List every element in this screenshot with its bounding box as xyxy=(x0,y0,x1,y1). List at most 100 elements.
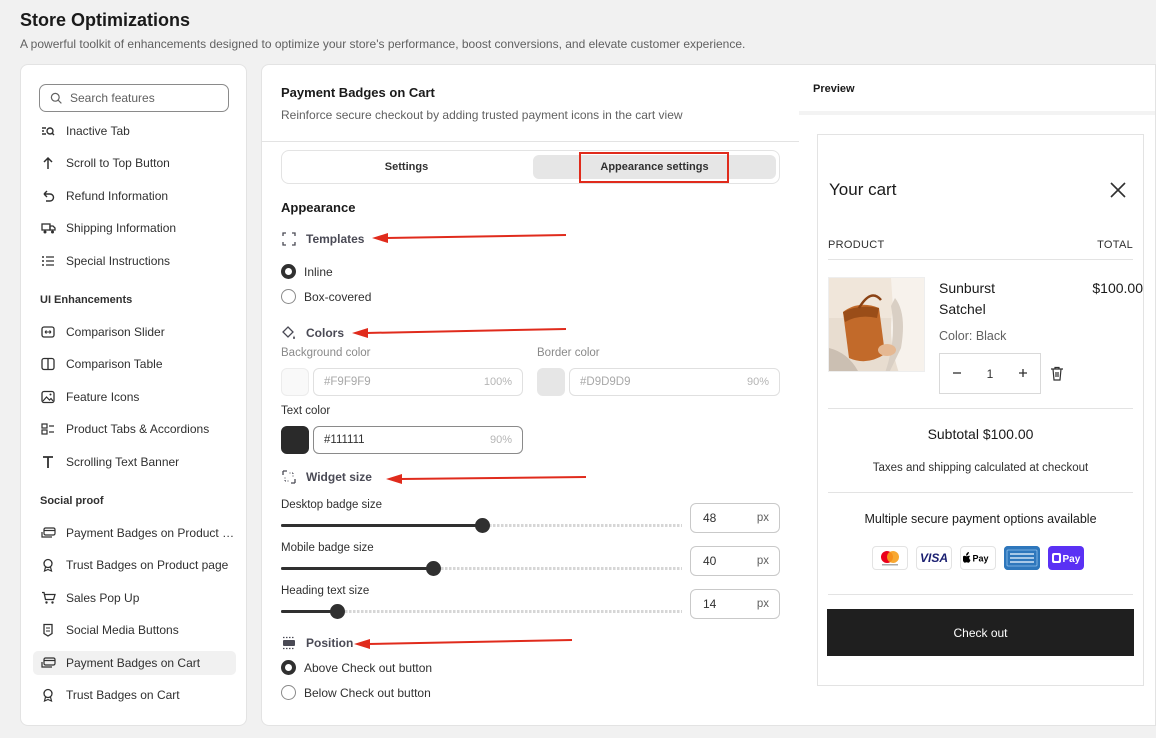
tab-settings[interactable]: Settings xyxy=(286,155,527,179)
border-color-opacity: 90% xyxy=(746,376,769,388)
radio-template-box-covered[interactable]: Box-covered xyxy=(281,289,371,304)
templates-label: Templates xyxy=(306,232,365,246)
appearance-heading: Appearance xyxy=(281,200,356,215)
position-label: Position xyxy=(306,636,354,650)
sidebar-item-special-instructions[interactable]: Special Instructions xyxy=(33,249,236,273)
sidebar-item-feature-icons[interactable]: Feature Icons xyxy=(33,385,236,409)
product-name[interactable]: Sunburst Satchel xyxy=(939,278,1029,320)
trust-badge-icon xyxy=(40,687,56,703)
divider xyxy=(828,259,1133,260)
sidebar-item-shipping-information[interactable]: Shipping Information xyxy=(33,216,236,240)
trust-badge-icon xyxy=(40,557,56,573)
unit-label: px xyxy=(756,555,769,567)
apple-pay-icon: Pay xyxy=(960,546,996,570)
sidebar-item-comparison-table[interactable]: Comparison Table xyxy=(33,352,236,376)
radio-position-above[interactable]: Above Check out button xyxy=(281,660,432,675)
quantity-value[interactable]: 1 xyxy=(987,367,994,381)
search-input[interactable] xyxy=(70,91,220,105)
sidebar-item-label: Sales Pop Up xyxy=(66,591,140,605)
checkout-button[interactable]: Check out xyxy=(827,609,1134,656)
desktop-badge-size-input[interactable]: 48 px xyxy=(690,503,780,533)
heading-text-size-slider[interactable] xyxy=(281,604,682,619)
sidebar-item-social-media-buttons[interactable]: Social Media Buttons xyxy=(33,618,236,642)
minus-icon[interactable] xyxy=(952,367,962,381)
feature-description: Reinforce secure checkout by adding trus… xyxy=(281,108,683,122)
sidebar-item-label: Scroll to Top Button xyxy=(66,156,170,170)
sidebar-item-scroll-to-top[interactable]: Scroll to Top Button xyxy=(33,151,236,175)
payment-badges-heading: Multiple secure payment options availabl… xyxy=(864,512,1097,526)
cart-title: Your cart xyxy=(829,180,897,199)
sidebar-item-label: Trust Badges on Cart xyxy=(66,688,180,702)
page-subtitle: A powerful toolkit of enhancements desig… xyxy=(20,37,746,51)
sidebar: Inactive Tab Scroll to Top Button Refund… xyxy=(20,64,247,726)
sidebar-item-inactive-tab[interactable]: Inactive Tab xyxy=(33,119,236,143)
desktop-badge-size-value: 48 xyxy=(703,511,717,525)
sidebar-item-sales-pop-up[interactable]: Sales Pop Up xyxy=(33,586,236,610)
sidebar-item-comparison-slider[interactable]: Comparison Slider xyxy=(33,320,236,344)
desktop-badge-size-slider[interactable] xyxy=(281,518,682,533)
colors-heading: Colors xyxy=(281,325,344,341)
radio-indicator xyxy=(281,685,296,700)
background-color-opacity: 100% xyxy=(483,376,512,388)
mobile-badge-size-slider[interactable] xyxy=(281,561,682,576)
radio-position-below[interactable]: Below Check out button xyxy=(281,685,431,700)
background-color-swatch[interactable] xyxy=(281,368,309,396)
slider-fill xyxy=(281,567,434,570)
plus-icon[interactable] xyxy=(1018,367,1028,381)
slider-thumb[interactable] xyxy=(330,604,346,619)
widget-size-label: Widget size xyxy=(306,470,372,484)
annotation-arrow xyxy=(372,233,567,243)
truck-icon xyxy=(40,220,56,236)
radio-template-inline[interactable]: Inline xyxy=(281,264,333,279)
border-color-input[interactable]: #D9D9D9 90% xyxy=(569,368,780,396)
border-color-swatch[interactable] xyxy=(537,368,565,396)
position-heading: Position xyxy=(281,635,353,651)
slider-thumb[interactable] xyxy=(474,518,490,533)
position-icon xyxy=(281,635,297,651)
search-icon xyxy=(50,92,62,104)
divider xyxy=(262,141,799,142)
settings-column: Payment Badges on Cart Reinforce secure … xyxy=(262,65,799,725)
sidebar-item-label: Trust Badges on Product page xyxy=(66,558,229,572)
slider-fill xyxy=(281,524,482,527)
taxes-note: Taxes and shipping calculated at checkou… xyxy=(872,462,1089,474)
sidebar-item-payment-badges-cart[interactable]: Payment Badges on Cart xyxy=(33,651,236,675)
mastercard-icon xyxy=(872,546,908,570)
heading-text-size-label: Heading text size xyxy=(281,585,370,597)
sidebar-item-trust-badges-cart[interactable]: Trust Badges on Cart xyxy=(33,683,236,707)
sidebar-item-refund-information[interactable]: Refund Information xyxy=(33,184,236,208)
feature-title: Payment Badges on Cart xyxy=(281,85,435,100)
search-box[interactable] xyxy=(39,84,229,112)
sidebar-item-payment-badges-product[interactable]: Payment Badges on Product page xyxy=(33,521,236,545)
background-color-label: Background color xyxy=(281,347,371,359)
sidebar-item-label: Payment Badges on Product page xyxy=(66,526,236,540)
payment-badges: VISA Pay Pay xyxy=(872,546,1084,570)
paint-bucket-icon xyxy=(281,325,297,341)
radio-indicator xyxy=(281,264,296,279)
heading-text-size-input[interactable]: 14 px xyxy=(690,589,780,619)
sidebar-item-product-tabs[interactable]: Product Tabs & Accordions xyxy=(33,417,236,441)
sidebar-item-trust-badges-product[interactable]: Trust Badges on Product page xyxy=(33,553,236,577)
product-image xyxy=(828,277,925,372)
sidebar-item-label: Social Media Buttons xyxy=(66,623,179,637)
text-color-input[interactable]: #111111 90% xyxy=(313,426,523,454)
text-color-opacity: 90% xyxy=(489,434,512,446)
slider-fill xyxy=(281,610,338,613)
shop-pay-icon: Pay xyxy=(1048,546,1084,570)
divider xyxy=(828,594,1133,595)
product-price: $100.00 xyxy=(1092,280,1143,296)
column-product: PRODUCT xyxy=(828,239,885,251)
mobile-badge-size-input[interactable]: 40 px xyxy=(690,546,780,576)
background-color-input[interactable]: #F9F9F9 100% xyxy=(313,368,523,396)
text-color-swatch[interactable] xyxy=(281,426,309,454)
image-icon xyxy=(40,389,56,405)
slider-thumb[interactable] xyxy=(426,561,442,576)
border-color-value: #D9D9D9 xyxy=(580,376,631,388)
frame-icon xyxy=(281,231,297,247)
annotation-highlight-box xyxy=(579,152,729,183)
sidebar-item-label: Comparison Table xyxy=(66,357,163,371)
refund-icon xyxy=(40,188,56,204)
trash-icon[interactable] xyxy=(1050,366,1064,381)
sidebar-item-scrolling-text-banner[interactable]: Scrolling Text Banner xyxy=(33,450,236,474)
close-icon[interactable] xyxy=(1109,181,1127,199)
